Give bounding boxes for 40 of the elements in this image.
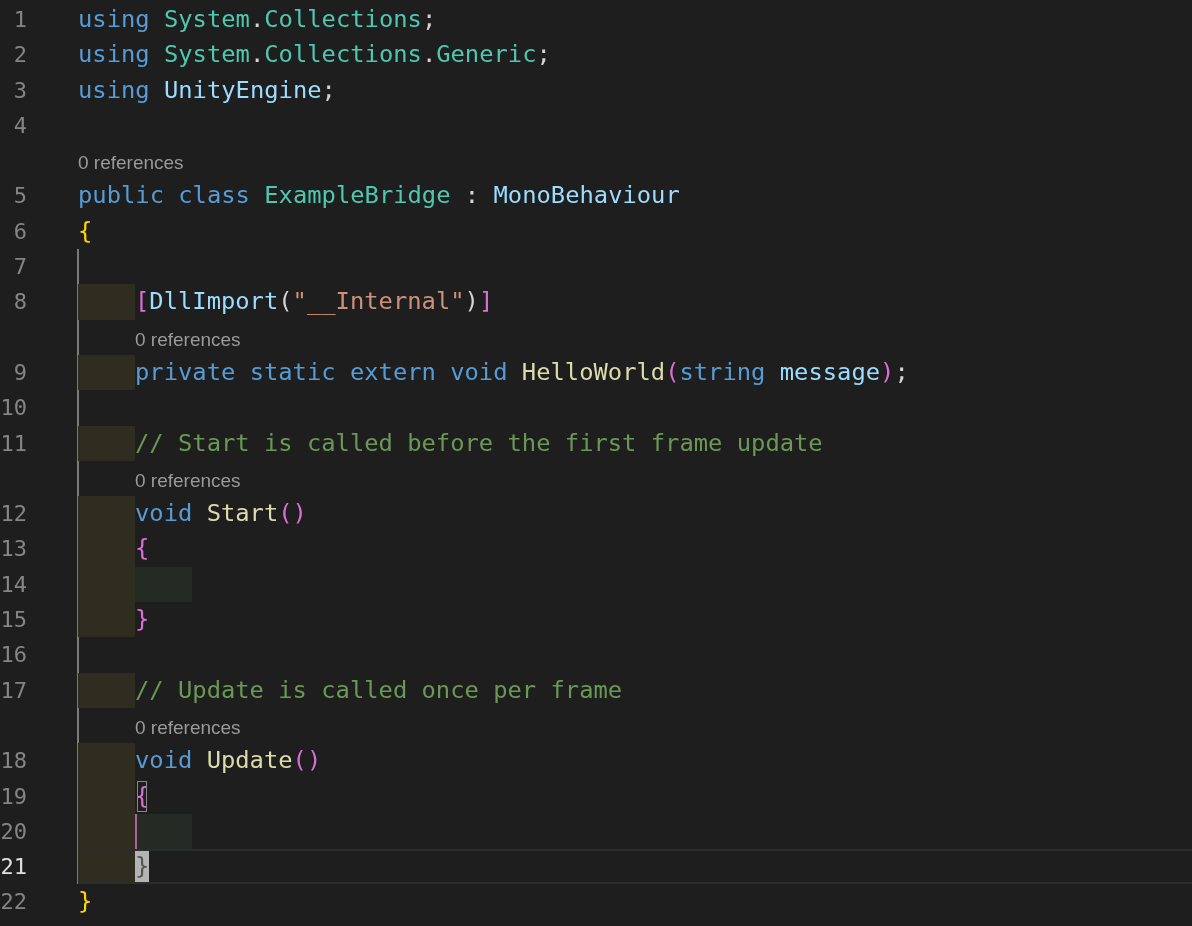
- code-line: {: [78, 215, 93, 247]
- codelens-link[interactable]: 0 references: [135, 319, 241, 355]
- code-line: {: [135, 533, 150, 565]
- codelens-link[interactable]: 0 references: [135, 460, 241, 497]
- line-number: 18: [0, 747, 27, 776]
- line-number: 20: [0, 817, 27, 846]
- line-number: 5: [12, 182, 27, 211]
- code-line: using System.Collections;: [78, 4, 437, 35]
- line-number: 15: [0, 606, 27, 635]
- line-number: 2: [12, 41, 27, 70]
- code-line: public class ExampleBridge : MonoBehaviour: [78, 180, 680, 212]
- codelens-link[interactable]: 0 references: [78, 143, 184, 179]
- code-line: private static extern void HelloWorld(string message);: [135, 356, 909, 388]
- line-number: 22: [0, 888, 27, 917]
- line-number: 7: [12, 253, 27, 282]
- code-line: }: [78, 886, 93, 918]
- line-number: 4: [12, 111, 27, 140]
- line-number: 3: [12, 76, 27, 105]
- line-number: 14: [0, 570, 27, 599]
- codelens-link[interactable]: 0 references: [135, 707, 241, 744]
- line-number: 10: [0, 394, 27, 423]
- line-number: 13: [0, 535, 27, 564]
- line-number: 11: [0, 429, 27, 458]
- line-number: 6: [12, 217, 27, 246]
- line-number: 17: [0, 676, 27, 705]
- code-line: [DllImport("__Internal")]: [135, 286, 494, 318]
- line-number: 19: [0, 782, 27, 811]
- code-line: using System.Collections.Generic;: [78, 39, 551, 71]
- line-number: 21: [0, 853, 27, 882]
- code-line: void Update(): [135, 745, 322, 777]
- line-number: 9: [12, 358, 27, 387]
- code-line: // Update is called once per frame: [135, 674, 623, 706]
- line-number: 16: [0, 641, 27, 670]
- code-line: }: [135, 604, 150, 636]
- line-number: 8: [12, 288, 27, 317]
- code-line: using UnityEngine;: [78, 74, 336, 106]
- line-number: 12: [0, 500, 27, 529]
- code-line: // Start is called before the first frame update: [135, 427, 823, 459]
- code-line: void Start(): [135, 498, 307, 530]
- line-number: 1: [12, 6, 27, 34]
